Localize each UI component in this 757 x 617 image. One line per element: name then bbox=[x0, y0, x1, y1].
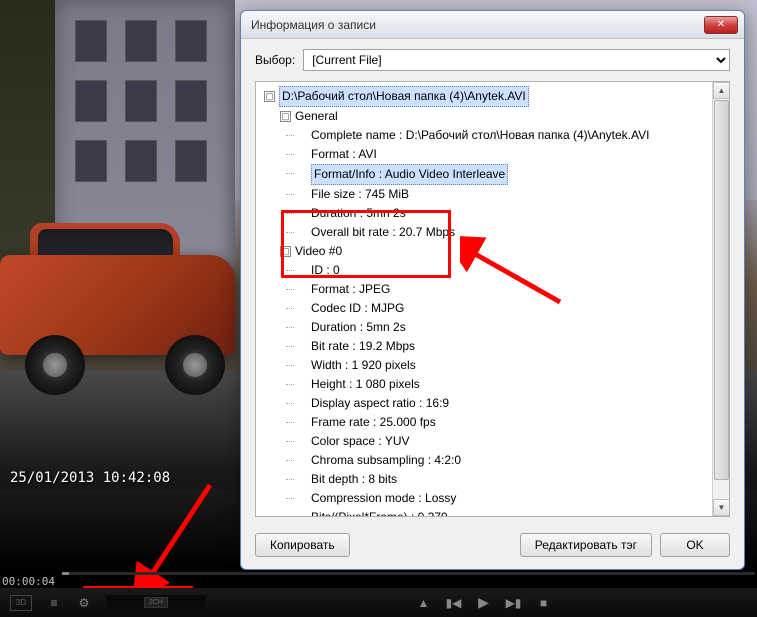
tree-item[interactable]: Bit rate : 19.2 Mbps bbox=[264, 337, 729, 356]
prev-icon[interactable]: ▮◀ bbox=[446, 595, 462, 611]
tree-item[interactable]: File size : 745 MiB bbox=[264, 185, 729, 204]
tree-item[interactable]: ID : 0 bbox=[264, 261, 729, 280]
stop-icon[interactable]: ■ bbox=[536, 595, 552, 611]
dialog-buttons: Копировать Редактировать тэг OK bbox=[241, 525, 744, 569]
video-timestamp: 25/01/2013 10:42:08 bbox=[10, 470, 170, 486]
close-icon: ✕ bbox=[717, 19, 725, 30]
tree-item[interactable]: Height : 1 080 pixels bbox=[264, 375, 729, 394]
select-label: Выбор: bbox=[255, 53, 295, 67]
building-window bbox=[75, 80, 107, 122]
building-window bbox=[175, 140, 207, 182]
building-window bbox=[125, 140, 157, 182]
info-tree[interactable]: ▢D:\Рабочий стол\Новая папка (4)\Anytek.… bbox=[255, 81, 730, 517]
tree-item[interactable]: Bits/(Pixel*Frame) : 0.370 bbox=[264, 508, 729, 517]
tree-item[interactable]: Complete name : D:\Рабочий стол\Новая па… bbox=[264, 126, 729, 145]
building-window bbox=[75, 140, 107, 182]
tree-item[interactable]: Chroma subsampling : 4:2:0 bbox=[264, 451, 729, 470]
collapse-icon[interactable]: ▢ bbox=[264, 91, 275, 102]
playback-time: 00:00:04 bbox=[2, 575, 55, 588]
seek-bar[interactable] bbox=[62, 572, 755, 575]
scroll-up-button[interactable]: ▲ bbox=[713, 82, 730, 99]
tree-item[interactable]: Display aspect ratio : 16:9 bbox=[264, 394, 729, 413]
tree-item[interactable]: Overall bit rate : 20.7 Mbps bbox=[264, 223, 729, 242]
tree-item[interactable]: Format : JPEG bbox=[264, 280, 729, 299]
tree-item[interactable]: Compression mode : Lossy bbox=[264, 489, 729, 508]
edit-tag-button[interactable]: Редактировать тэг bbox=[520, 533, 652, 557]
tree-item[interactable]: Codec ID : MJPG bbox=[264, 299, 729, 318]
tree-item[interactable]: Format : AVI bbox=[264, 145, 729, 164]
file-select[interactable]: [Current File] bbox=[303, 49, 730, 71]
3d-button[interactable]: 3D bbox=[10, 595, 32, 611]
building-window bbox=[175, 20, 207, 62]
seek-fill bbox=[62, 572, 69, 575]
copy-button[interactable]: Копировать bbox=[255, 533, 350, 557]
eject-icon[interactable]: ▲ bbox=[416, 595, 432, 611]
close-button[interactable]: ✕ bbox=[704, 16, 738, 34]
tree-item[interactable]: Color space : YUV bbox=[264, 432, 729, 451]
dialog-titlebar[interactable]: Информация о записи ✕ bbox=[241, 11, 744, 39]
building-window bbox=[75, 20, 107, 62]
tree-item[interactable]: Format/Info : Audio Video Interleave bbox=[264, 164, 729, 185]
info-dialog: Информация о записи ✕ Выбор: [Current Fi… bbox=[240, 10, 745, 570]
channel-indicator: 2CH bbox=[106, 595, 206, 611]
car-wheel bbox=[25, 335, 85, 395]
player-controls: 3D ≡ ⚙ 2CH ▲ ▮◀ ▶ ▶▮ ■ bbox=[0, 588, 757, 617]
play-icon[interactable]: ▶ bbox=[476, 595, 492, 611]
tree-item[interactable]: Duration : 5mn 2s bbox=[264, 318, 729, 337]
dialog-title: Информация о записи bbox=[251, 18, 376, 32]
car-wheel bbox=[165, 335, 225, 395]
tree-group[interactable]: ▢General bbox=[264, 107, 729, 126]
menu-icon[interactable]: ≡ bbox=[46, 595, 62, 611]
ok-button[interactable]: OK bbox=[660, 533, 730, 557]
building-window bbox=[125, 80, 157, 122]
tree-item[interactable]: Width : 1 920 pixels bbox=[264, 356, 729, 375]
scroll-thumb[interactable] bbox=[714, 100, 729, 480]
file-select-row: Выбор: [Current File] bbox=[241, 39, 744, 77]
settings-icon[interactable]: ⚙ bbox=[76, 595, 92, 611]
next-icon[interactable]: ▶▮ bbox=[506, 595, 522, 611]
tree-root[interactable]: ▢D:\Рабочий стол\Новая папка (4)\Anytek.… bbox=[264, 86, 729, 107]
car bbox=[0, 215, 240, 415]
tree-item[interactable]: Frame rate : 25.000 fps bbox=[264, 413, 729, 432]
building-window bbox=[175, 80, 207, 122]
scroll-down-button[interactable]: ▼ bbox=[713, 499, 730, 516]
collapse-icon[interactable]: ▢ bbox=[280, 111, 291, 122]
tree-group[interactable]: ▢Video #0 bbox=[264, 242, 729, 261]
tree-scrollbar[interactable]: ▲ ▼ bbox=[712, 82, 729, 516]
tree-item[interactable]: Bit depth : 8 bits bbox=[264, 470, 729, 489]
tree-item[interactable]: Duration : 5mn 2s bbox=[264, 204, 729, 223]
collapse-icon[interactable]: ▢ bbox=[280, 246, 291, 257]
building-window bbox=[125, 20, 157, 62]
